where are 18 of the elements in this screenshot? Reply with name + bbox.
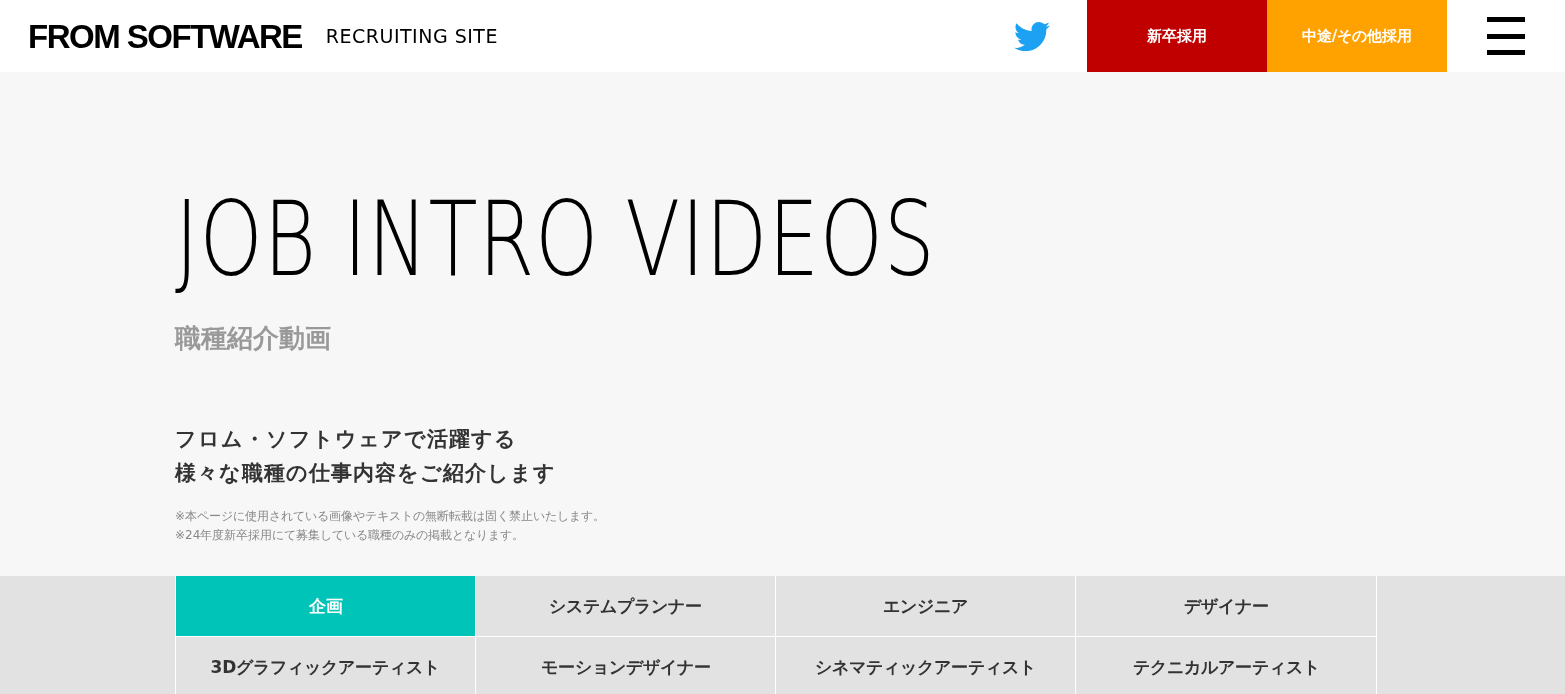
lead-text: 様々な職種の仕事内容をご紹介します — [175, 460, 557, 488]
menu-icon[interactable] — [1487, 17, 1525, 55]
lead-text: フロム・ソフトウェアで活躍する — [175, 426, 518, 454]
note-text: ※24年度新卒採用にて募集している職種のみの掲載となります。 — [175, 527, 526, 545]
job-tab[interactable]: モーションデザイナー — [476, 637, 776, 694]
job-tab[interactable]: 3Dグラフィックアーティスト — [176, 637, 476, 694]
job-tab[interactable]: エンジニア — [776, 576, 1076, 636]
bird-icon[interactable] — [1014, 21, 1050, 51]
nav-button[interactable]: 新卒採用 — [1087, 0, 1267, 72]
job-tab[interactable]: デザイナー — [1076, 576, 1376, 636]
page-subtitle: 職種紹介動画 — [175, 323, 332, 355]
job-tab[interactable]: シネマティックアーティスト — [776, 637, 1076, 694]
site-label: RECRUITING SITE — [325, 26, 498, 46]
job-tab[interactable]: テクニカルアーティスト — [1076, 637, 1376, 694]
logo[interactable]: FROM SOFTWARE — [28, 19, 302, 53]
note-text: ※本ページに使用されている画像やテキストの無断転載は固く禁止いたします。 — [175, 508, 607, 526]
page-title: JOB INTRO VIDEOS — [175, 188, 936, 291]
job-tab[interactable]: システムプランナー — [476, 576, 776, 636]
